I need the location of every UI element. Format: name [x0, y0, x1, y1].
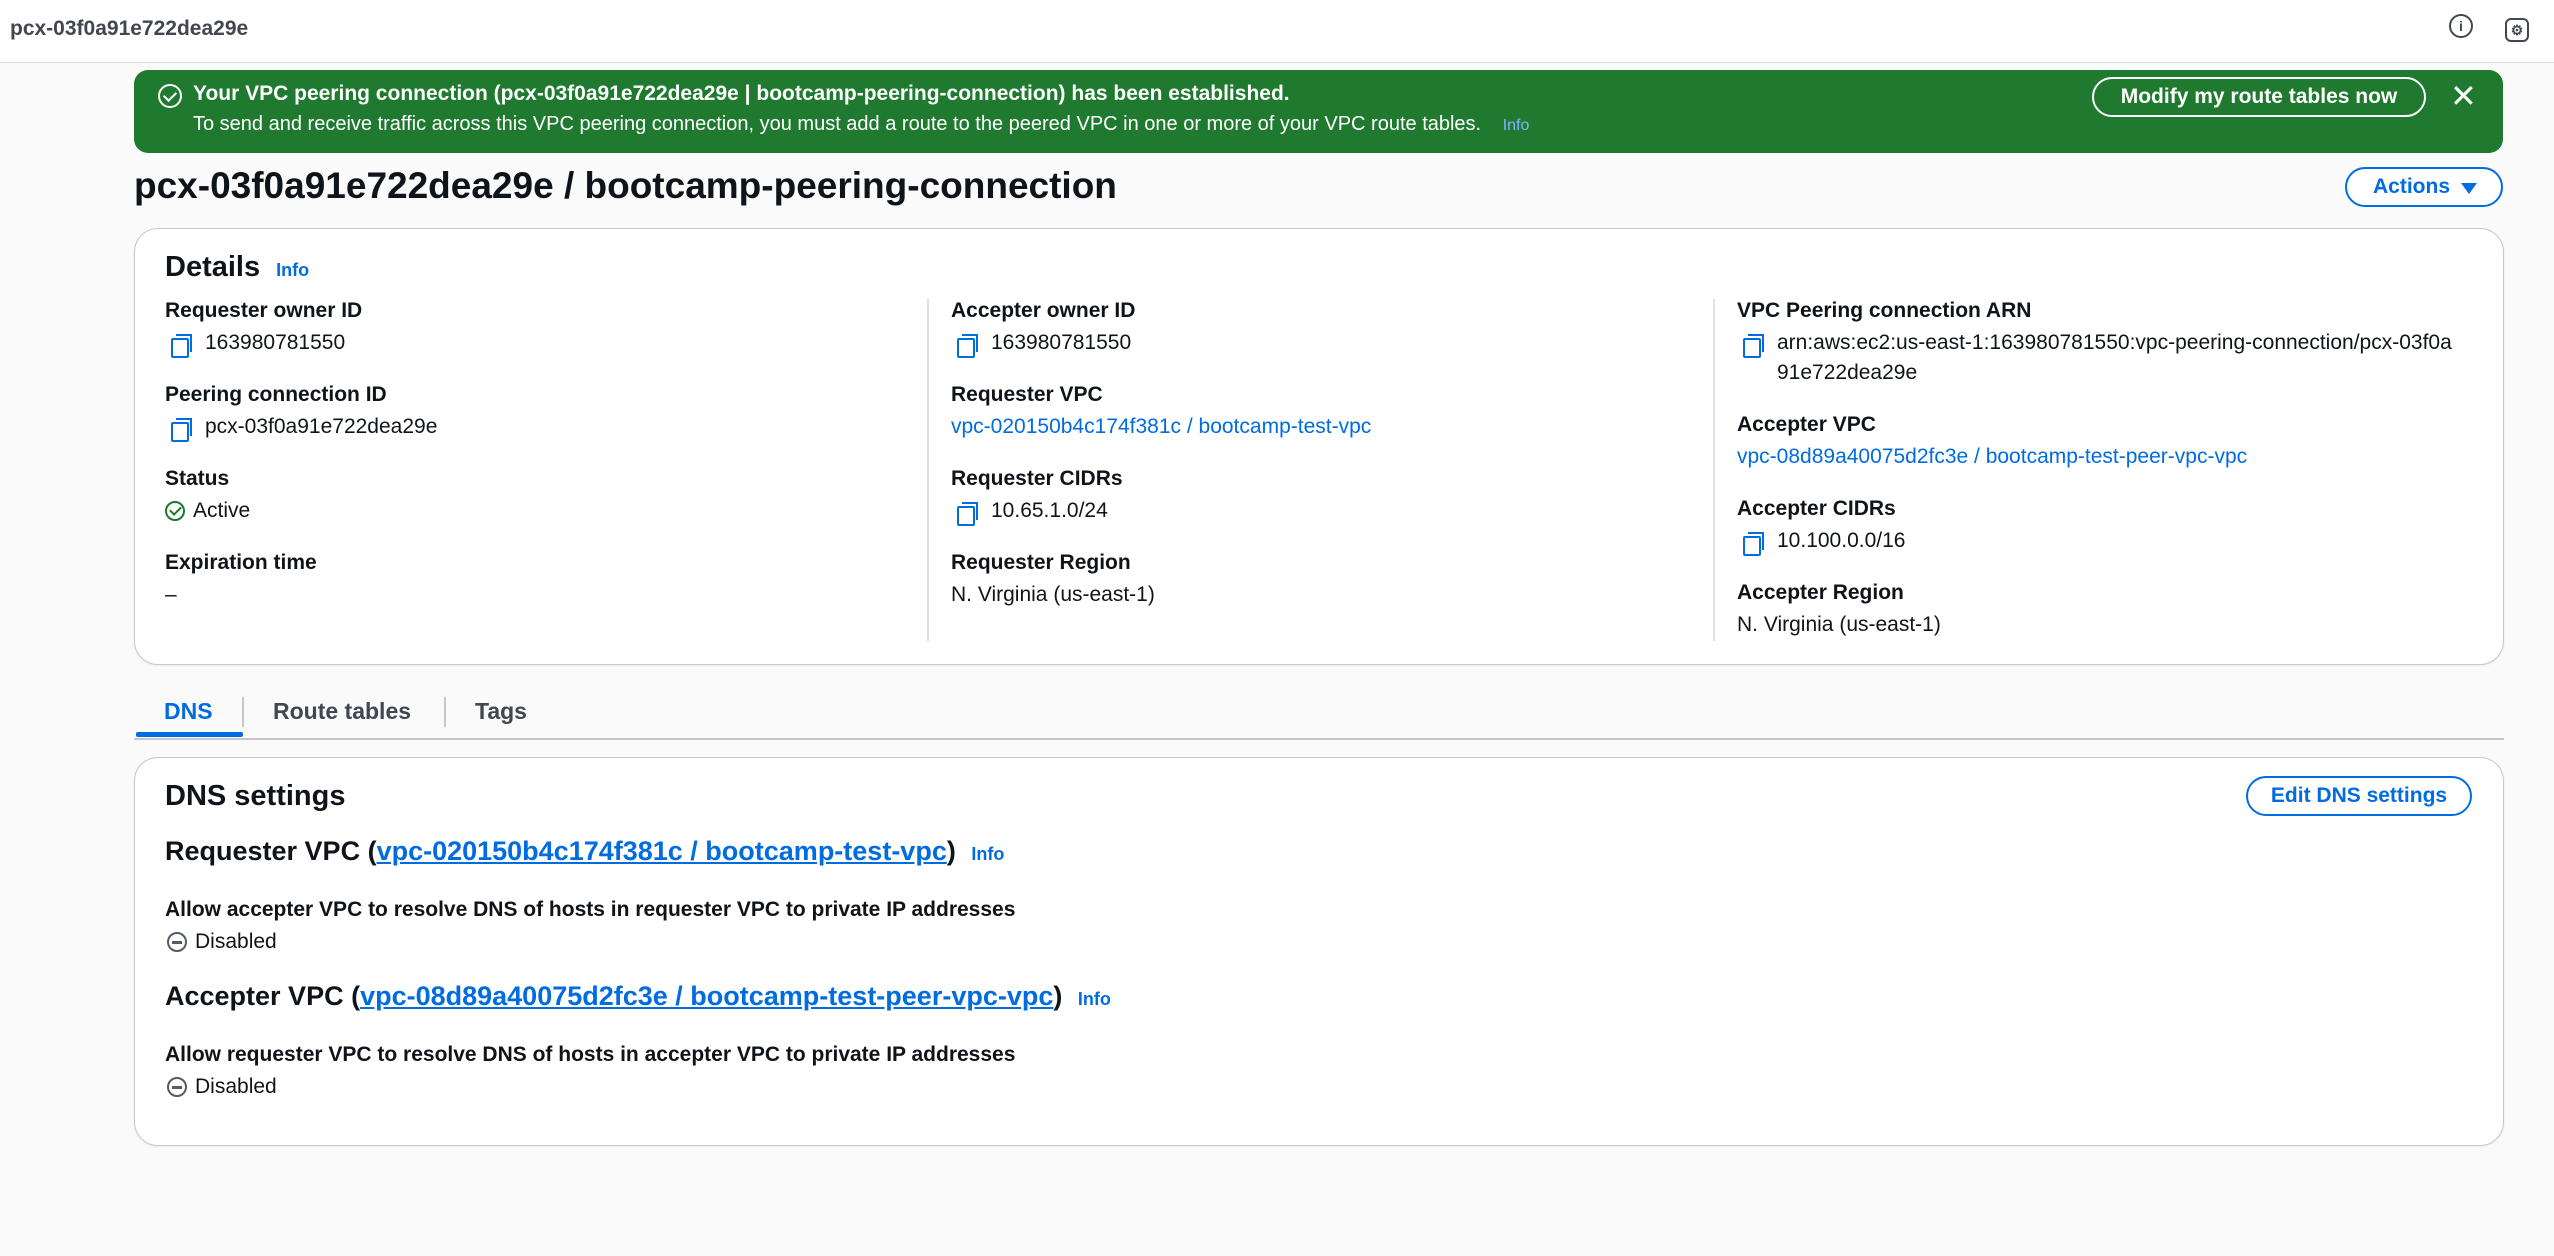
accepter-vpc-link[interactable]: vpc-08d89a40075d2fc3e / bootcamp-test-pe… [1737, 445, 2247, 469]
copy-icon[interactable] [171, 334, 193, 358]
requester-region-field: Requester Region N. Virginia (us-east-1) [951, 551, 1155, 607]
field-label: Accepter owner ID [951, 299, 1136, 322]
status-success-icon [165, 501, 185, 521]
tab-divider [444, 697, 446, 727]
field-label: Accepter Region [1737, 581, 1904, 604]
requester-owner-id-field: Requester owner ID 163980781550 [165, 299, 363, 358]
copy-icon[interactable] [957, 502, 979, 526]
flash-message-text: To send and receive traffic across this … [193, 113, 1482, 135]
close-icon[interactable]: ✕ [2450, 80, 2477, 112]
flash-info-link[interactable]: Info [1503, 117, 1530, 134]
accepter-dns-resolution-field: Allow requester VPC to resolve DNS of ho… [165, 1043, 1015, 1099]
copy-icon[interactable] [957, 334, 979, 358]
arn-line-2: 91e722dea29e [1777, 361, 1918, 384]
info-icon[interactable]: i [2449, 14, 2473, 38]
requester-vpc-info-link[interactable]: Info [971, 844, 1004, 864]
success-flash-banner: Your VPC peering connection (pcx-03f0a91… [134, 70, 2503, 153]
requester-vpc-heading: Requester VPC (vpc-020150b4c174f381c / b… [165, 836, 1004, 867]
field-label: Status [165, 467, 230, 490]
field-label: Requester VPC [951, 383, 1103, 406]
requester-vpc-field: Requester VPC vpc-020150b4c174f381c / bo… [951, 383, 1371, 439]
field-label: Expiration time [165, 551, 317, 574]
requester-vpc-link[interactable]: vpc-020150b4c174f381c / bootcamp-test-vp… [951, 415, 1371, 439]
tab-divider [242, 697, 244, 727]
details-panel: Details Info Requester owner ID 16398078… [134, 228, 2504, 665]
field-label: VPC Peering connection ARN [1737, 299, 2032, 322]
arn-line-1: arn:aws:ec2:us-east-1:163980781550:vpc-p… [1777, 331, 2452, 354]
expiration-time-field: Expiration time – [165, 551, 317, 607]
status-field: Status Active [165, 467, 250, 523]
field-label: Requester Region [951, 551, 1131, 574]
column-divider [927, 299, 929, 641]
active-tab-indicator [136, 732, 243, 737]
heading-suffix: ) [1053, 981, 1063, 1011]
field-label: Allow requester VPC to resolve DNS of ho… [165, 1043, 1016, 1066]
tab-tags[interactable]: Tags [475, 698, 527, 725]
page-title: pcx-03f0a91e722dea29e / bootcamp-peering… [134, 165, 1117, 206]
field-value: – [165, 583, 177, 606]
field-value: N. Virginia (us-east-1) [1737, 613, 1941, 636]
disabled-icon [167, 1077, 187, 1097]
field-value: 163980781550 [205, 331, 346, 354]
field-value: Disabled [195, 930, 277, 953]
dns-settings-heading: DNS settings [165, 780, 346, 812]
requester-vpc-dns-link[interactable]: vpc-020150b4c174f381c / bootcamp-test-vp… [377, 836, 947, 866]
accepter-vpc-field: Accepter VPC vpc-08d89a40075d2fc3e / boo… [1737, 413, 2247, 469]
tab-dns[interactable]: DNS [164, 698, 213, 725]
field-value: N. Virginia (us-east-1) [951, 583, 1155, 606]
edit-dns-settings-button[interactable]: Edit DNS settings [2246, 776, 2472, 816]
tab-bar: DNS Route tables Tags [134, 686, 2504, 740]
field-label: Requester CIDRs [951, 467, 1123, 490]
field-label: Peering connection ID [165, 383, 387, 406]
field-label: Requester owner ID [165, 299, 363, 322]
field-value: 10.65.1.0/24 [991, 499, 1108, 522]
accepter-cidrs-field: Accepter CIDRs 10.100.0.0/16 [1737, 497, 1906, 556]
requester-dns-resolution-field: Allow accepter VPC to resolve DNS of hos… [165, 898, 1015, 954]
heading-prefix: Requester VPC ( [165, 836, 377, 866]
arn-value: arn:aws:ec2:us-east-1:163980781550:vpc-p… [1777, 328, 2452, 388]
actions-button[interactable]: Actions [2345, 167, 2503, 207]
dns-settings-panel: DNS settings Edit DNS settings Requester… [134, 757, 2504, 1146]
settings-icon[interactable]: ⚙ [2505, 18, 2529, 42]
field-value: Disabled [195, 1075, 277, 1098]
caret-down-icon [2461, 183, 2477, 194]
details-heading: Details Info [165, 251, 309, 284]
peering-connection-id-field: Peering connection ID pcx-03f0a91e722dea… [165, 383, 438, 442]
field-label: Accepter CIDRs [1737, 497, 1896, 520]
breadcrumb[interactable]: pcx-03f0a91e722dea29e [10, 17, 248, 41]
flash-message: To send and receive traffic across this … [193, 113, 1529, 136]
accepter-vpc-info-link[interactable]: Info [1078, 989, 1111, 1009]
field-label: Accepter VPC [1737, 413, 1876, 436]
disabled-icon [167, 932, 187, 952]
accepter-region-field: Accepter Region N. Virginia (us-east-1) [1737, 581, 1941, 637]
details-info-link[interactable]: Info [276, 260, 309, 280]
actions-label: Actions [2373, 175, 2451, 198]
field-value: 163980781550 [991, 331, 1132, 354]
accepter-owner-id-field: Accepter owner ID 163980781550 [951, 299, 1136, 358]
heading-prefix: Accepter VPC ( [165, 981, 361, 1011]
requester-cidrs-field: Requester CIDRs 10.65.1.0/24 [951, 467, 1123, 526]
field-value: pcx-03f0a91e722dea29e [205, 415, 438, 438]
field-value: 10.100.0.0/16 [1777, 529, 1906, 552]
copy-icon[interactable] [1743, 334, 1765, 358]
status-value: Active [193, 499, 251, 522]
peering-arn-field: VPC Peering connection ARN arn:aws:ec2:u… [1737, 299, 2487, 388]
flash-title: Your VPC peering connection (pcx-03f0a91… [193, 82, 1290, 105]
tab-route-tables[interactable]: Route tables [273, 698, 411, 725]
modify-route-tables-button[interactable]: Modify my route tables now [2092, 77, 2426, 117]
copy-icon[interactable] [171, 418, 193, 442]
accepter-vpc-dns-link[interactable]: vpc-08d89a40075d2fc3e / bootcamp-test-pe… [360, 981, 1053, 1011]
copy-icon[interactable] [1743, 532, 1765, 556]
success-icon [158, 84, 182, 108]
heading-suffix: ) [946, 836, 956, 866]
field-label: Allow accepter VPC to resolve DNS of hos… [165, 898, 1016, 921]
accepter-vpc-heading: Accepter VPC (vpc-08d89a40075d2fc3e / bo… [165, 981, 1111, 1012]
top-bar: pcx-03f0a91e722dea29e i ⚙ [0, 0, 2554, 63]
details-heading-text: Details [165, 251, 261, 283]
column-divider [1713, 299, 1715, 641]
